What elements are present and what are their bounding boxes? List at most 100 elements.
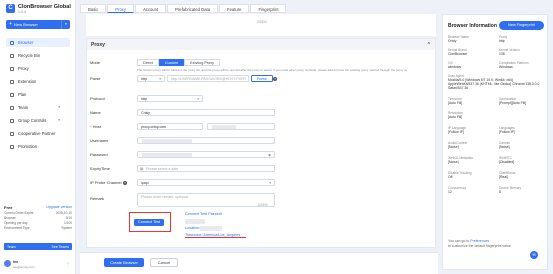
info-item: AudioContext [Noise] — [448, 141, 498, 149]
tab-fingerprint[interactable]: Fingerprint — [250, 4, 287, 13]
info-item: Kernel Brand ClonBrowser — [448, 48, 498, 56]
tab-basic[interactable]: Basic — [80, 4, 107, 13]
see-teams-link[interactable]: See Teams — [52, 245, 69, 249]
cancel-button[interactable]: Cancel — [150, 258, 178, 267]
info-value: [Prompt][Auto Fill] — [499, 101, 526, 105]
info-item: Kernel Version 138 — [499, 48, 549, 56]
preferences-link[interactable]: Preferences — [470, 239, 489, 243]
char-counter: 0/1500 — [258, 203, 268, 207]
parse-button[interactable]: Parse — [251, 75, 273, 82]
plus-icon: + — [9, 21, 12, 27]
sidebar-item-group-controls[interactable]: Group Controls ▾ — [6, 116, 70, 125]
info-value: [Noise] — [499, 145, 510, 149]
mode-label: Mode — [90, 60, 101, 65]
port-input[interactable] — [207, 123, 275, 130]
user-card[interactable]: lee lee@clonsy.com ⋮ — [4, 258, 72, 270]
name-input[interactable]: Crisiy — [137, 109, 275, 116]
info-item: Geolocation [Prompt][Auto Fill] — [499, 97, 549, 105]
ip-probe-select[interactable]: ipapi ▾ — [137, 179, 275, 186]
expiry-placeholder: Please select a date — [146, 167, 179, 171]
help-icon[interactable]: ? — [123, 180, 127, 185]
info-item: Canvas [Noise] — [499, 141, 549, 149]
browser-info-panel: Browser Information New Fingerprint Brow… — [442, 14, 548, 270]
info-value: ClonBrowser — [448, 52, 468, 56]
info-value: [Noise] — [448, 145, 459, 149]
tab-feature[interactable]: Feature — [219, 4, 250, 13]
tab-proxy[interactable]: Proxy — [107, 4, 134, 13]
plan-summary: Free Upgrade version Current Order Expir… — [4, 205, 72, 231]
chevron-down-icon: ▾ — [269, 181, 271, 185]
ip-probe-label-text: IP Probe Channel — [90, 180, 122, 185]
chevron-down-icon[interactable]: ▾ — [61, 20, 70, 29]
expiry-label: ExpiryTime — [90, 166, 110, 171]
info-item: Languages [Follow IP] — [499, 126, 549, 134]
new-browser-button[interactable]: + New Browser ▾ — [6, 20, 70, 29]
sidebar-item-proxy[interactable]: Proxy — [6, 64, 70, 73]
chevron-down-icon: ▾ — [58, 105, 60, 109]
remark-textarea[interactable]: Please enter remark, optional — [137, 193, 275, 207]
plan-icon — [10, 92, 14, 97]
calendar-icon: ▦ — [140, 167, 144, 171]
footnote-suffix: to customize the default fingerprint val… — [448, 243, 511, 248]
password-input[interactable]: ◉ — [137, 151, 275, 158]
puzzle-icon — [10, 79, 14, 84]
expiry-date-picker[interactable]: ▦ Please select a date — [137, 165, 275, 172]
sidebar-item-team[interactable]: Team ▾ — [6, 103, 70, 112]
info-item: User Agent Mozilla/5.0 (Windows NT 10.0; … — [448, 74, 544, 94]
tab-bar: Basic Proxy Account Prefabricated Data F… — [80, 4, 287, 13]
new-fingerprint-button[interactable]: New Fingerprint — [499, 21, 544, 30]
chevron-down-icon: ▾ — [58, 118, 60, 122]
mode-existing-proxy[interactable]: Existing Proxy — [184, 59, 221, 66]
info-item: WebGL Metadata [Noise] — [448, 156, 498, 164]
parse-input[interactable]: http://USERNAME:PASSWORD@HOST:PORT — [167, 75, 249, 82]
plan-value: System — [61, 226, 72, 230]
tab-account[interactable]: Account — [134, 4, 167, 13]
char-counter: 0/1500 — [257, 20, 267, 24]
info-item: ClientRects [Real] — [499, 171, 549, 179]
info-item: Browser Name Crisiy — [448, 35, 498, 43]
protocol-select[interactable]: http ▾ — [137, 95, 203, 102]
ip-probe-value: ipapi — [141, 181, 149, 185]
team-bar[interactable]: Team See Teams — [4, 243, 72, 250]
panel-title: Browser Information — [448, 23, 497, 29]
mode-custom[interactable]: Custom — [158, 59, 185, 66]
mode-tip: The custom proxy will be saved to the pr… — [137, 68, 407, 72]
connect-test-button[interactable]: Connect Test — [134, 219, 164, 226]
basic-card: 0/1500 — [86, 14, 436, 36]
info-item: OS windows — [448, 61, 498, 69]
sidebar-item-extension[interactable]: Extension — [6, 77, 70, 86]
chevron-up-icon[interactable]: ⌃ — [427, 42, 431, 48]
sidebar-item-browser[interactable]: Browser — [6, 38, 70, 47]
sidebar-item-cooperative-partner[interactable]: Cooperative Partner — [6, 129, 70, 138]
eye-icon[interactable]: ◉ — [268, 152, 271, 157]
sidebar-item-plan[interactable]: Plan — [6, 90, 70, 99]
username-input[interactable] — [137, 137, 275, 144]
host-label-text: Host — [92, 124, 101, 129]
info-value: 12 — [448, 190, 452, 194]
parse-type-select[interactable]: http ▾ — [137, 75, 165, 82]
info-value: [Noise] — [448, 160, 459, 164]
section-header[interactable]: Proxy ⌃ — [87, 39, 435, 50]
parse-type-value: http — [141, 77, 147, 81]
create-browser-button[interactable]: Create Browser — [104, 258, 144, 267]
app-logo: C — [6, 4, 15, 13]
info-item: WebRTC [Disabled] — [499, 156, 549, 164]
info-value: [Follow IP] — [499, 130, 515, 134]
mode-direct[interactable]: Direct — [137, 59, 159, 66]
partner-icon — [10, 131, 14, 136]
highlight-underline — [185, 236, 246, 238]
team-label: Team — [7, 244, 16, 249]
sidebar-item-label: Group Controls — [18, 118, 47, 123]
more-icon[interactable]: ⋮ — [66, 261, 70, 266]
help-icon[interactable]: ? — [273, 76, 277, 81]
sidebar-item-recycle-bin[interactable]: Recycle Bin — [6, 51, 70, 60]
sidebar-item-label: Proxy — [18, 66, 29, 71]
ip-probe-label: IP Probe Channel — [90, 180, 122, 185]
host-input[interactable]: proxy.cnisy.com — [137, 123, 203, 130]
parse-label: Parse — [90, 76, 101, 81]
sidebar-item-promotion[interactable]: Promotion — [6, 142, 70, 151]
info-item: Timezone [Auto Fill] — [448, 97, 498, 105]
tab-prefabricated-data[interactable]: Prefabricated Data — [167, 4, 219, 13]
host-label: * Host — [90, 124, 101, 129]
support-chat-icon[interactable]: ✉ — [530, 251, 538, 259]
